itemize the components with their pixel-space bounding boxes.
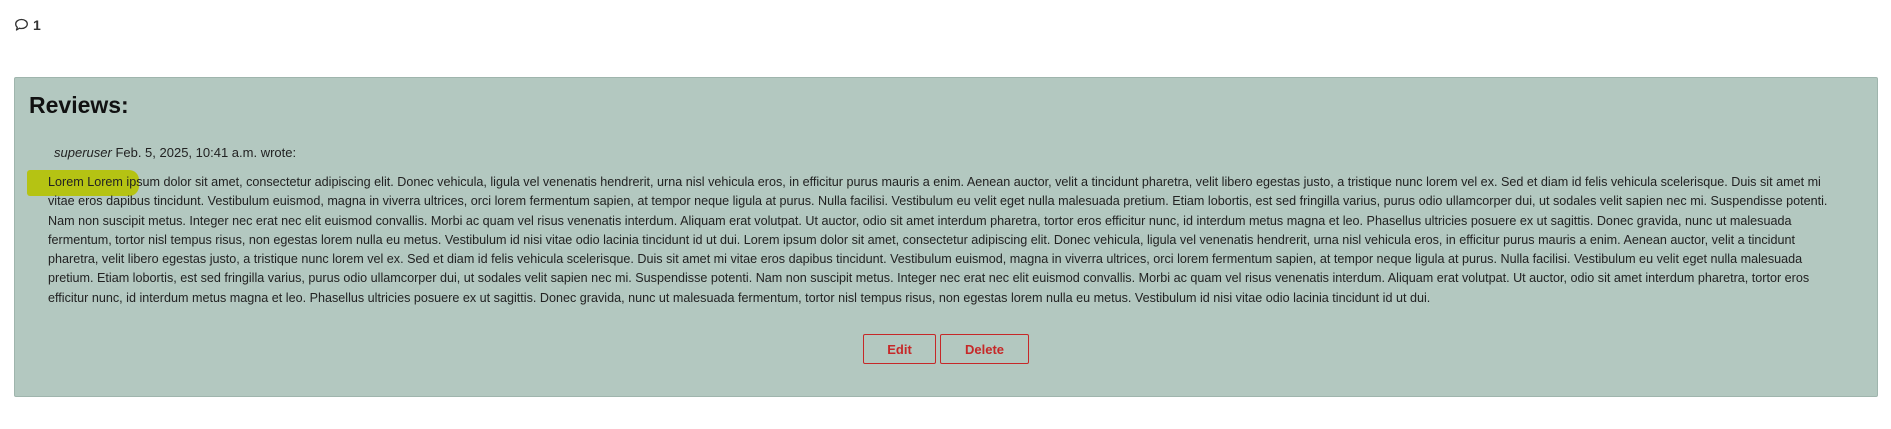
reviews-panel: Reviews: superuser Feb. 5, 2025, 10:41 a… (14, 77, 1878, 397)
comment-count[interactable]: 1 (14, 17, 41, 33)
review-body: Lorem Lorem ipsum dolor sit amet, consec… (48, 175, 1828, 305)
delete-button[interactable]: Delete (940, 334, 1029, 364)
review-actions: Edit Delete (15, 334, 1877, 364)
edit-button[interactable]: Edit (863, 334, 936, 364)
reviews-title: Reviews: (29, 92, 129, 118)
comment-count-value: 1 (33, 17, 41, 33)
comment-icon (14, 18, 29, 32)
review-date: Feb. 5, 2025, 10:41 a.m. wrote: (115, 145, 297, 160)
review-author: superuser (54, 145, 112, 160)
review-meta: superuser Feb. 5, 2025, 10:41 a.m. wrote… (54, 145, 296, 160)
